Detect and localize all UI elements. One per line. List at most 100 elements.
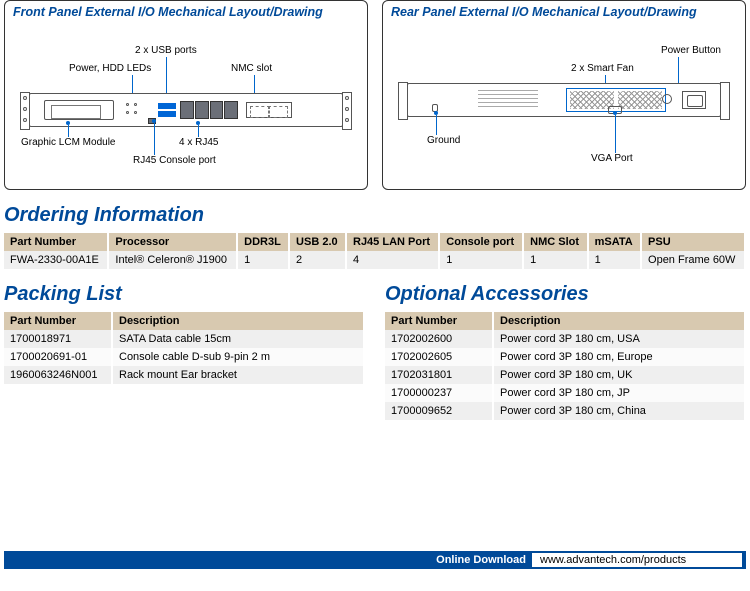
dot-rj45: [196, 121, 200, 125]
ordering-col-nmc: NMC Slot: [523, 233, 587, 251]
packing-col-part: Part Number: [4, 312, 112, 330]
acc-row: 1700000237 Power cord 3P 180 cm, JP: [385, 384, 745, 402]
label-leds: Power, HDD LEDs: [69, 63, 151, 74]
label-ground: Ground: [427, 135, 460, 146]
ordering-header-row: Part Number Processor DDR3L USB 2.0 RJ45…: [4, 233, 745, 251]
ordering-val-msata: 1: [588, 251, 641, 269]
front-leds: [124, 101, 142, 119]
acc-cell: Power cord 3P 180 cm, UK: [493, 366, 745, 384]
label-lcm: Graphic LCM Module: [21, 137, 115, 148]
rear-panel-heading: Rear Panel External I/O Mechanical Layou…: [391, 5, 737, 19]
front-lcm: [44, 100, 114, 120]
ordering-col-usb: USB 2.0: [289, 233, 346, 251]
front-panel-diagram: 2 x USB ports Power, HDD LEDs NMC slot: [13, 25, 359, 185]
ordering-val-rj45: 4: [346, 251, 439, 269]
accessories-col: Optional Accessories Part Number Descrip…: [385, 269, 746, 420]
acc-row: 1702002600 Power cord 3P 180 cm, USA: [385, 330, 745, 348]
footer-download-label: Online Download: [430, 554, 532, 566]
dot-lcm: [66, 121, 70, 125]
packing-cell: SATA Data cable 15cm: [112, 330, 364, 348]
rear-panel-box: Rear Panel External I/O Mechanical Layou…: [382, 0, 746, 190]
acc-cell: Power cord 3P 180 cm, Europe: [493, 348, 745, 366]
packing-cell: Rack mount Ear bracket: [112, 366, 364, 384]
rear-ear-right: [720, 82, 730, 120]
ordering-col-psu: PSU: [641, 233, 745, 251]
ordering-val-proc: Intel® Celeron® J1900: [108, 251, 237, 269]
rear-panel-diagram: Power Button 2 x Smart Fan: [391, 25, 737, 185]
ordering-col-rj45: RJ45 LAN Port: [346, 233, 439, 251]
packing-row: 1700020691-01 Console cable D-sub 9-pin …: [4, 348, 364, 366]
footer-bar: Online Download www.advantech.com/produc…: [4, 551, 746, 569]
packing-heading: Packing List: [4, 283, 361, 306]
front-usb-ports: [158, 103, 176, 117]
lead-ground: [436, 115, 437, 135]
label-rj45: 4 x RJ45: [179, 137, 218, 148]
ordering-col-proc: Processor: [108, 233, 237, 251]
ordering-heading: Ordering Information: [4, 204, 746, 227]
ordering-val-usb: 2: [289, 251, 346, 269]
front-ear-right: [342, 92, 352, 130]
ordering-col-msata: mSATA: [588, 233, 641, 251]
acc-row: 1700009652 Power cord 3P 180 cm, China: [385, 402, 745, 420]
front-panel-heading: Front Panel External I/O Mechanical Layo…: [13, 5, 359, 19]
acc-row: 1702031801 Power cord 3P 180 cm, UK: [385, 366, 745, 384]
acc-cell: 1702002605: [385, 348, 493, 366]
ordering-col-ddr: DDR3L: [237, 233, 289, 251]
front-device-body: [29, 93, 343, 127]
rear-ear-left: [398, 82, 408, 120]
label-usb: 2 x USB ports: [135, 45, 197, 56]
acc-cell: 1700009652: [385, 402, 493, 420]
lead-vga: [615, 115, 616, 153]
acc-cell: 1702002600: [385, 330, 493, 348]
acc-col-part: Part Number: [385, 312, 493, 330]
front-ear-left: [20, 92, 30, 130]
ordering-val-nmc: 1: [523, 251, 587, 269]
rear-device-body: [407, 83, 721, 117]
acc-col-desc: Description: [493, 312, 745, 330]
panel-diagrams-row: Front Panel External I/O Mechanical Layo…: [0, 0, 750, 190]
rear-psu-inlet: [682, 91, 706, 109]
acc-cell: Power cord 3P 180 cm, China: [493, 402, 745, 420]
label-vga: VGA Port: [591, 153, 633, 164]
ordering-val-ddr: 1: [237, 251, 289, 269]
dot-vga: [613, 111, 617, 115]
label-smart-fan: 2 x Smart Fan: [571, 63, 634, 74]
label-console: RJ45 Console port: [133, 155, 216, 166]
footer-download-url: www.advantech.com/products: [532, 553, 742, 567]
ordering-val-console: 1: [439, 251, 523, 269]
accessories-table: Part Number Description 1702002600 Power…: [385, 312, 746, 420]
front-nmc-slot: [246, 102, 292, 118]
packing-row: 1960063246N001 Rack mount Ear bracket: [4, 366, 364, 384]
lead-console: [154, 123, 155, 155]
acc-cell: Power cord 3P 180 cm, USA: [493, 330, 745, 348]
label-nmc: NMC slot: [231, 63, 272, 74]
ordering-table: Part Number Processor DDR3L USB 2.0 RJ45…: [4, 233, 746, 269]
acc-cell: 1702031801: [385, 366, 493, 384]
dot-ground: [434, 111, 438, 115]
dot-console: [152, 119, 156, 123]
ordering-val-psu: Open Frame 60W: [641, 251, 745, 269]
lower-two-col: Packing List Part Number Description 170…: [4, 269, 746, 420]
packing-col-desc: Description: [112, 312, 364, 330]
ordering-row: FWA-2330-00A1E Intel® Celeron® J1900 1 2…: [4, 251, 745, 269]
front-rj45-group: [180, 101, 238, 119]
acc-row: 1702002605 Power cord 3P 180 cm, Europe: [385, 348, 745, 366]
packing-row: 1700018971 SATA Data cable 15cm: [4, 330, 364, 348]
packing-col: Packing List Part Number Description 170…: [4, 269, 365, 420]
lead-lcm: [68, 125, 69, 137]
accessories-heading: Optional Accessories: [385, 283, 742, 306]
packing-cell: 1700020691-01: [4, 348, 112, 366]
front-panel-box: Front Panel External I/O Mechanical Layo…: [4, 0, 368, 190]
ordering-col-console: Console port: [439, 233, 523, 251]
acc-cell: 1700000237: [385, 384, 493, 402]
packing-table: Part Number Description 1700018971 SATA …: [4, 312, 365, 384]
acc-cell: Power cord 3P 180 cm, JP: [493, 384, 745, 402]
ordering-val-part: FWA-2330-00A1E: [4, 251, 108, 269]
label-power-button: Power Button: [661, 45, 721, 56]
packing-cell: Console cable D-sub 9-pin 2 m: [112, 348, 364, 366]
packing-cell: 1960063246N001: [4, 366, 112, 384]
ordering-col-part: Part Number: [4, 233, 108, 251]
rear-power-button: [662, 94, 672, 104]
lead-rj45: [198, 125, 199, 137]
packing-cell: 1700018971: [4, 330, 112, 348]
